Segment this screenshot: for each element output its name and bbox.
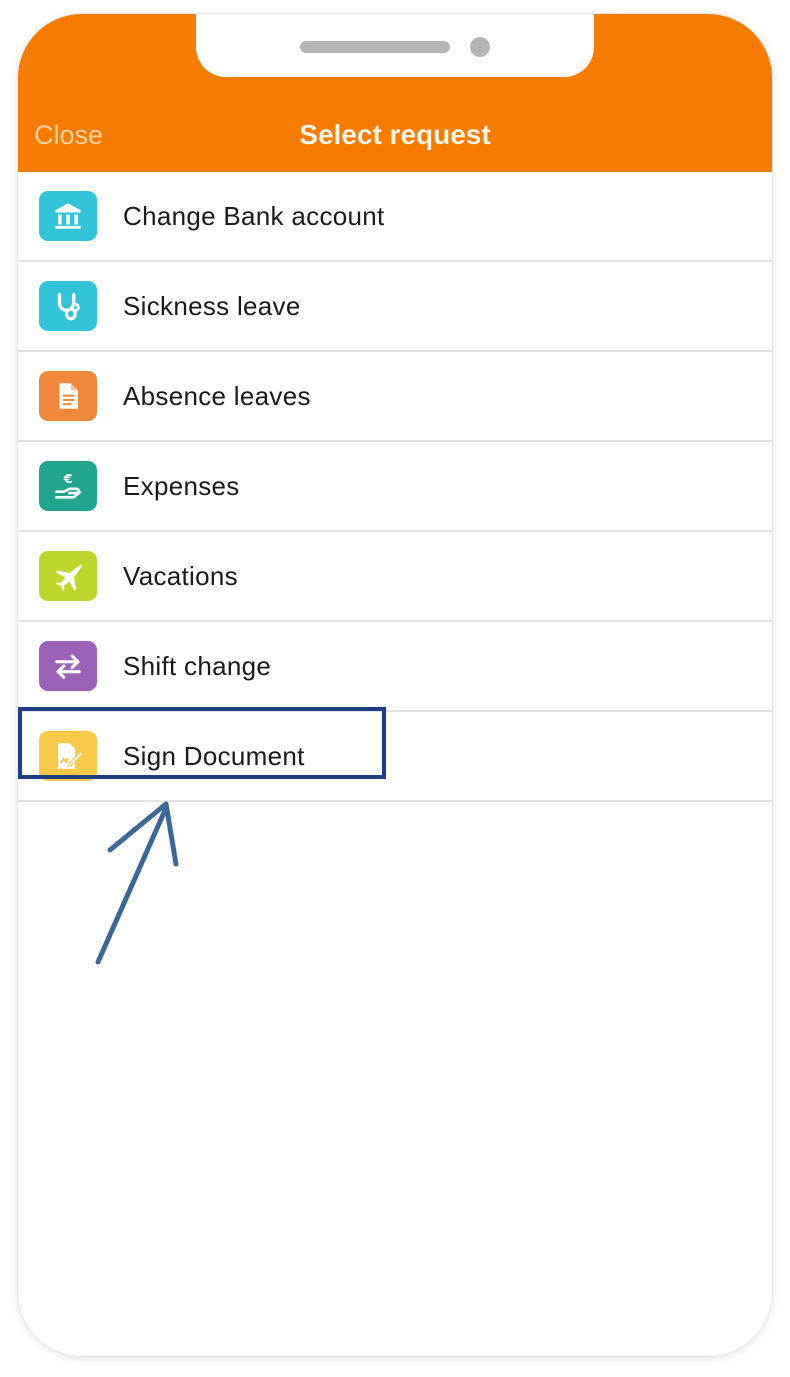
svg-text:€: € xyxy=(63,472,73,487)
front-camera xyxy=(470,37,490,57)
highlight-box xyxy=(18,707,386,779)
request-item-sickness-leave[interactable]: Sickness leave xyxy=(18,262,772,352)
speaker-grille xyxy=(300,41,450,53)
request-item-absence-leaves[interactable]: Absence leaves xyxy=(18,352,772,442)
phone-frame: Close Select request Change Bank account… xyxy=(18,14,772,1356)
airplane-icon xyxy=(39,551,97,601)
request-label: Sickness leave xyxy=(123,291,301,321)
swap-arrows-icon xyxy=(39,641,97,691)
navigation-bar: Close Select request xyxy=(18,14,772,172)
request-item-change-bank-account[interactable]: Change Bank account xyxy=(18,172,772,262)
request-item-vacations[interactable]: Vacations xyxy=(18,532,772,622)
request-label: Vacations xyxy=(123,561,238,591)
hand-drawn-arrow-icon xyxy=(95,801,179,965)
request-label: Absence leaves xyxy=(123,381,311,411)
request-item-expenses[interactable]: € Expenses xyxy=(18,442,772,532)
request-label: Shift change xyxy=(123,651,272,681)
phone-notch xyxy=(196,14,594,77)
request-item-shift-change[interactable]: Shift change xyxy=(18,622,772,712)
request-label: Change Bank account xyxy=(123,201,385,231)
euro-hand-icon: € xyxy=(39,461,97,511)
stethoscope-icon xyxy=(39,281,97,331)
bank-icon xyxy=(39,191,97,241)
request-label: Expenses xyxy=(123,471,240,501)
document-icon xyxy=(39,371,97,421)
page-title: Select request xyxy=(299,119,491,150)
